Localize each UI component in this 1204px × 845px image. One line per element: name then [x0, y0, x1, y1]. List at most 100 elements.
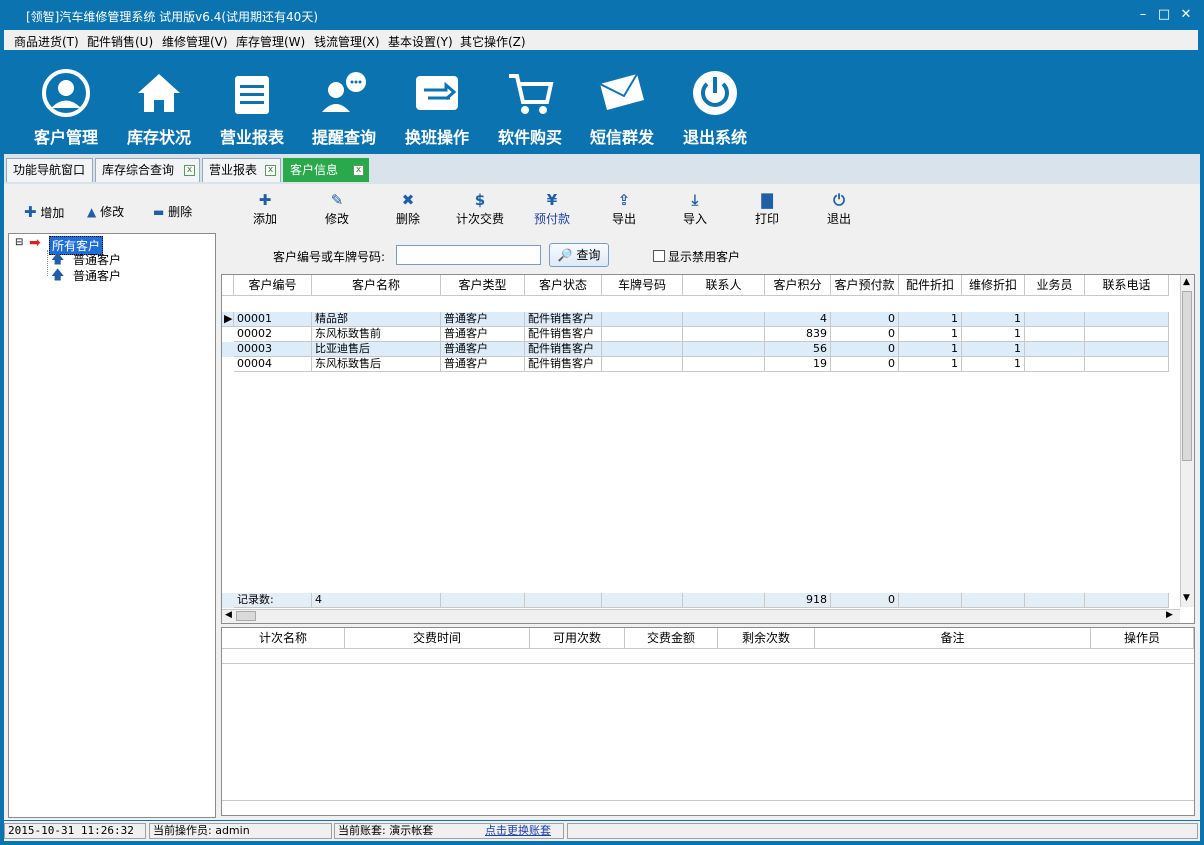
- table-row[interactable]: 00002 东风标致售前 普通客户 配件销售客户 839 0 1 1: [222, 327, 1169, 342]
- search-input[interactable]: [396, 245, 541, 265]
- minimize-button[interactable]: –: [1134, 6, 1152, 24]
- edit-button[interactable]: ✎ 修改: [309, 192, 365, 227]
- exit-system-label: 退出系统: [682, 128, 747, 147]
- column-header[interactable]: 客户状态: [525, 275, 602, 296]
- column-header[interactable]: 客户名称: [312, 275, 441, 296]
- tab-navigation[interactable]: 功能导航窗口: [6, 158, 93, 182]
- column-header[interactable]: 计次名称: [222, 628, 345, 649]
- summary-cell: [525, 593, 602, 608]
- left-delete-button[interactable]: ▬ 删除: [153, 203, 192, 220]
- left-add-button[interactable]: ✚ 增加: [24, 203, 64, 221]
- tree-line: [47, 250, 48, 276]
- count-payment-button[interactable]: $ 计次交费: [452, 192, 508, 227]
- exit-system-button[interactable]: 退出系统: [669, 68, 761, 154]
- scroll-up-icon[interactable]: ▲: [1183, 277, 1190, 287]
- column-header[interactable]: 配件折扣: [899, 275, 962, 296]
- scroll-left-icon[interactable]: ◀: [225, 610, 232, 620]
- column-header[interactable]: 剩余次数: [718, 628, 815, 649]
- table-cell: [1025, 342, 1085, 357]
- table-cell: 1: [899, 342, 962, 357]
- close-button[interactable]: ✕: [1177, 6, 1195, 24]
- sms-broadcast-label: 短信群发: [589, 128, 654, 147]
- shift-change-button[interactable]: 换班操作: [391, 68, 483, 154]
- tab-business-report[interactable]: 营业报表 x: [202, 158, 281, 182]
- column-header[interactable]: 客户预付款: [831, 275, 899, 296]
- status-bar: 2015-10-31 11:26:32 当前操作员: admin 当前账套: 演…: [4, 821, 1200, 841]
- column-header[interactable]: 车牌号码: [602, 275, 683, 296]
- horizontal-scrollbar[interactable]: ◀ ▶: [222, 609, 1180, 623]
- table-cell: 0: [831, 357, 899, 372]
- buy-software-button[interactable]: 软件购买: [484, 68, 576, 154]
- count-payment-label: 计次交费: [455, 212, 504, 226]
- show-disabled-checkbox[interactable]: [653, 250, 665, 262]
- column-header[interactable]: 备注: [815, 628, 1091, 649]
- menu-other[interactable]: 其它操作(Z): [460, 33, 526, 50]
- query-button[interactable]: 🔎 查询: [549, 243, 609, 267]
- switch-account-link[interactable]: 点击更换账套: [485, 824, 551, 838]
- print-button[interactable]: ▇ 打印: [739, 192, 795, 227]
- menu-purchase[interactable]: 商品进货(T): [14, 33, 79, 50]
- column-header[interactable]: 客户编号: [234, 275, 312, 296]
- tree-expander[interactable]: ⊟: [15, 237, 23, 248]
- tab-stock-query[interactable]: 库存综合查询 x: [95, 158, 200, 182]
- exit-label: 退出: [826, 212, 851, 226]
- upload-icon: ⇪: [617, 191, 631, 209]
- table-cell: [602, 327, 683, 342]
- prepay-button[interactable]: ¥ 预付款: [524, 192, 580, 227]
- sms-broadcast-button[interactable]: 短信群发: [576, 68, 668, 154]
- business-report-button[interactable]: 营业报表: [206, 68, 298, 154]
- summary-cell: [1025, 593, 1085, 608]
- table-row[interactable]: ▶ 00001 精品部 普通客户 配件销售客户 4 0 1 1: [222, 312, 1169, 327]
- column-header[interactable]: 可用次数: [530, 628, 625, 649]
- scroll-down-icon[interactable]: ▼: [1183, 593, 1190, 603]
- vertical-scrollbar[interactable]: ▲ ▼: [1180, 275, 1194, 607]
- export-button[interactable]: ⇪ 导出: [596, 192, 652, 227]
- tab-close-icon[interactable]: x: [265, 165, 276, 176]
- customer-mgmt-button[interactable]: 客户管理: [20, 68, 112, 154]
- scroll-right-icon[interactable]: ▶: [1166, 610, 1173, 620]
- table-row[interactable]: 00003 比亚迪售后 普通客户 配件销售客户 56 0 1 1: [222, 342, 1169, 357]
- menu-inventory[interactable]: 库存管理(W): [236, 33, 305, 50]
- column-header[interactable]: 客户类型: [441, 275, 525, 296]
- column-header[interactable]: 交费金额: [625, 628, 718, 649]
- maximize-button[interactable]: □: [1155, 6, 1173, 24]
- table-cell: 00003: [234, 342, 312, 357]
- triangle-up-icon: ▲: [87, 205, 97, 219]
- column-header[interactable]: 业务员: [1025, 275, 1085, 296]
- scroll-thumb[interactable]: [1182, 291, 1192, 461]
- delete-button[interactable]: ✖ 删除: [380, 192, 436, 227]
- left-edit-button[interactable]: ▲ 修改: [87, 203, 124, 220]
- column-header[interactable]: 交费时间: [345, 628, 530, 649]
- menu-repair[interactable]: 维修管理(V): [162, 33, 228, 50]
- table-cell: 1: [962, 312, 1025, 327]
- column-header[interactable]: 联系人: [683, 275, 765, 296]
- tree-node[interactable]: 普通客户: [73, 251, 121, 268]
- exit-button[interactable]: ⏻ 退出: [811, 192, 867, 227]
- column-header[interactable]: 维修折扣: [962, 275, 1025, 296]
- edit-label: 修改: [324, 212, 349, 226]
- reminder-query-button[interactable]: 提醒查询: [298, 68, 390, 154]
- tab-label: 库存综合查询: [102, 163, 175, 177]
- tab-label: 客户信息: [290, 163, 339, 177]
- tab-close-icon[interactable]: x: [184, 165, 195, 176]
- query-label: 查询: [576, 248, 601, 262]
- menu-parts-sales[interactable]: 配件销售(U): [87, 33, 153, 50]
- menu-cashflow[interactable]: 钱流管理(X): [314, 33, 380, 50]
- cross-icon: ✖: [401, 191, 415, 209]
- column-header[interactable]: 客户积分: [765, 275, 831, 296]
- table-cell: [1085, 327, 1169, 342]
- tab-close-icon[interactable]: x: [353, 165, 364, 176]
- add-button[interactable]: ✚ 添加: [237, 192, 293, 227]
- show-disabled-label: 显示禁用客户: [668, 250, 741, 264]
- tree-node[interactable]: 普通客户: [73, 267, 121, 284]
- stock-status-button[interactable]: 库存状况: [113, 68, 205, 154]
- summary-points: 918: [765, 593, 831, 608]
- column-header[interactable]: 操作员: [1091, 628, 1194, 649]
- tab-customer-info[interactable]: 客户信息 x: [283, 158, 369, 182]
- table-row[interactable]: 00004 东风标致售后 普通客户 配件销售客户 19 0 1 1: [222, 357, 1169, 372]
- column-header[interactable]: 联系电话: [1085, 275, 1169, 296]
- scroll-thumb[interactable]: [236, 611, 256, 621]
- import-button[interactable]: ⤓ 导入: [667, 192, 723, 227]
- table-cell: 1: [962, 357, 1025, 372]
- menu-settings[interactable]: 基本设置(Y): [388, 33, 453, 50]
